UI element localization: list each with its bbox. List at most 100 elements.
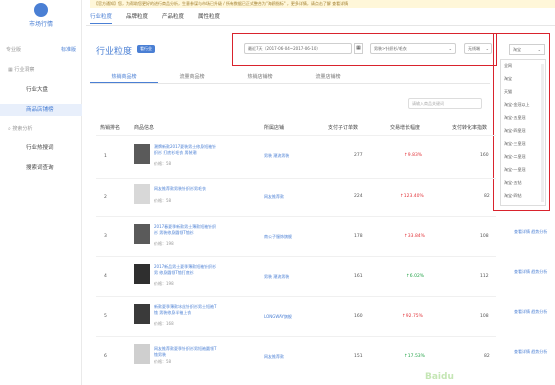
dropdown-option[interactable]: 全网	[504, 63, 512, 69]
sidebar-item-ranking[interactable]: 商品店铺榜	[0, 104, 82, 116]
dropdown-option[interactable]: 淘宝-二皇冠	[504, 154, 525, 160]
header-shop: 所属店铺	[264, 125, 285, 131]
sidebar-item-keyword-query[interactable]: 搜索词查询	[0, 162, 82, 174]
shop-link[interactable]: LONGWAY旗舰	[264, 314, 292, 320]
product-name[interactable]: 2017春夏季新款男士薄款短袖针织衫 男装修身圆领T恤衫	[154, 224, 220, 235]
orders-cell: 224	[354, 194, 363, 199]
divider	[96, 256, 496, 257]
search-input[interactable]: 请输入商品关键词	[408, 98, 482, 109]
divider	[96, 336, 496, 337]
app-title: 市场行情	[28, 21, 53, 28]
shop-link[interactable]: 男装 潮流男装	[264, 274, 289, 280]
growth-cell: ↑123.40%	[400, 194, 424, 199]
orders-cell: 161	[354, 274, 363, 279]
mode-tabs: 专业版 标准版	[6, 46, 76, 53]
conversion-cell: 112	[480, 274, 489, 279]
divider	[96, 216, 496, 217]
dropdown-option[interactable]: 淘宝-五钻	[504, 180, 521, 186]
dropdown-option[interactable]: 淘宝-一皇冠	[504, 167, 525, 173]
growth-cell: ↑17.53%	[404, 354, 425, 359]
product-thumbnail[interactable]	[134, 344, 150, 364]
dropdown-option[interactable]: 淘宝-三皇冠	[504, 141, 525, 147]
orders-cell: 151	[354, 354, 363, 359]
shop-link[interactable]: 网友推荐款	[264, 354, 284, 360]
header-orders[interactable]: 支付子订单数	[328, 124, 358, 131]
divider	[86, 25, 555, 26]
tab-product[interactable]: 产品粒度	[162, 12, 184, 24]
platform-select[interactable]: 淘宝 ⌄	[509, 44, 545, 55]
dropdown-scrollbar[interactable]	[541, 64, 544, 202]
growth-cell: ↑6.02%	[406, 274, 425, 279]
conversion-cell: 108	[480, 314, 489, 319]
conversion-cell: 108	[480, 234, 489, 239]
rank-cell: 4	[104, 274, 107, 279]
orders-cell: 178	[354, 234, 363, 239]
header-product: 商品信息	[134, 125, 155, 131]
tab-traffic-shops[interactable]: 流量店铺榜	[294, 70, 362, 83]
category-select[interactable]: 男装>针织衫/毛衣 ⌄	[370, 43, 456, 54]
dropdown-option[interactable]: 淘宝-五皇冠	[504, 115, 525, 121]
product-price: 价格：58	[154, 359, 172, 364]
shop-link[interactable]: 男装 潮流男装	[264, 153, 289, 159]
logo-area: 市场行情	[0, 0, 82, 32]
growth-cell: ↑92.75%	[402, 314, 423, 319]
product-price: 价格：168	[154, 321, 174, 326]
product-name[interactable]: 潮牌新款2017夏装男士修身短袖针织衫 打底衫毛衣 男装潮	[154, 144, 220, 155]
shop-link[interactable]: 南公子服饰旗舰	[264, 234, 292, 240]
tab-hot-shops[interactable]: 热销店铺榜	[226, 70, 294, 83]
growth-cell: ↑33.84%	[404, 234, 425, 239]
sidebar: 市场行情 专业版 标准版 ▦ 行业洞察 行业大盘 商品店铺榜 ⌕ 搜索分析 行业…	[0, 0, 82, 385]
dropdown-option[interactable]: 淘宝-金冠以上	[504, 102, 529, 108]
product-name[interactable]: 网友推荐款夏季针织衫男短袖圆领T恤男装	[154, 346, 220, 357]
sidebar-item-hotwords[interactable]: 行业热搜词	[0, 142, 82, 154]
divider	[96, 296, 496, 297]
product-thumbnail[interactable]	[134, 184, 150, 204]
dropdown-option[interactable]: 淘宝	[504, 76, 512, 82]
rank-cell: 3	[104, 234, 107, 239]
top-nav: 行业粒度 品牌粒度 产品粒度 属性粒度	[90, 12, 220, 24]
row-actions[interactable]: 查看详情 趋势分析	[514, 349, 547, 354]
row-actions[interactable]: 查看详情 趋势分析	[514, 309, 547, 314]
row-actions[interactable]: 查看详情 趋势分析	[514, 269, 547, 274]
rank-cell: 6	[104, 354, 107, 359]
shop-link[interactable]: 网友推荐款	[264, 194, 284, 200]
header-conversion[interactable]: 支付转化率指数	[452, 124, 487, 131]
product-thumbnail[interactable]	[134, 304, 150, 324]
row-actions[interactable]: 查看详情 趋势分析	[514, 229, 547, 234]
dropdown-option[interactable]: 淘宝-四钻	[504, 193, 521, 199]
product-thumbnail[interactable]	[134, 144, 150, 164]
conversion-cell: 82	[484, 194, 490, 199]
divider	[96, 178, 496, 179]
conversion-cell: 82	[484, 354, 490, 359]
chevron-down-icon: ⌄	[537, 47, 541, 52]
header-growth[interactable]: 交易增长幅度	[390, 124, 420, 131]
divider	[96, 135, 496, 136]
sidebar-group-industry: ▦ 行业洞察	[8, 67, 35, 73]
mode-tab-standard[interactable]: 标准版	[61, 46, 76, 53]
terminal-select[interactable]: 无线端 ⌄	[464, 43, 492, 54]
tab-hot-products[interactable]: 热销商品榜	[90, 70, 158, 83]
product-thumbnail[interactable]	[134, 264, 150, 284]
calendar-icon[interactable]: ▦	[354, 43, 363, 54]
product-name[interactable]: 新款夏季薄款冰丝针织衫男士短袖T恤 男装修身半袖上衣	[154, 304, 220, 315]
platform-dropdown-list: 全网 淘宝 天猫 淘宝-金冠以上 淘宝-五皇冠 淘宝-四皇冠 淘宝-三皇冠 淘宝…	[500, 59, 546, 206]
mode-tab-pro[interactable]: 专业版	[6, 46, 21, 53]
chevron-down-icon: ⌄	[485, 46, 489, 51]
product-price: 价格：58	[154, 161, 172, 166]
tab-industry[interactable]: 行业粒度	[90, 12, 113, 24]
notice-bar: 【官方通知】您，为帮助您更好的进行商品分析，生意参谋与市场已升级 / 所有数据已…	[90, 0, 555, 8]
tab-attribute[interactable]: 属性粒度	[198, 12, 220, 24]
tab-brand[interactable]: 品牌粒度	[126, 12, 148, 24]
tab-traffic-products[interactable]: 流量商品榜	[158, 70, 226, 83]
dropdown-option[interactable]: 淘宝-四皇冠	[504, 128, 525, 134]
dropdown-option[interactable]: 天猫	[504, 89, 512, 95]
product-name[interactable]: 2017新品男士夏季薄款短袖针织衫男 修身圆领T恤打底衫	[154, 264, 220, 275]
date-range-select[interactable]: 最近7天（2017-06-04~2017-06-10）	[244, 43, 352, 54]
watermark: Baidu	[425, 372, 454, 382]
app-logo	[34, 3, 48, 17]
page-badge[interactable]: 看行业	[137, 45, 155, 53]
sidebar-item-market[interactable]: 行业大盘	[0, 84, 82, 96]
product-thumbnail[interactable]	[134, 224, 150, 244]
product-name[interactable]: 网友推荐款男装针织衫男毛衣	[154, 186, 220, 192]
product-price: 价格：198	[154, 241, 174, 246]
